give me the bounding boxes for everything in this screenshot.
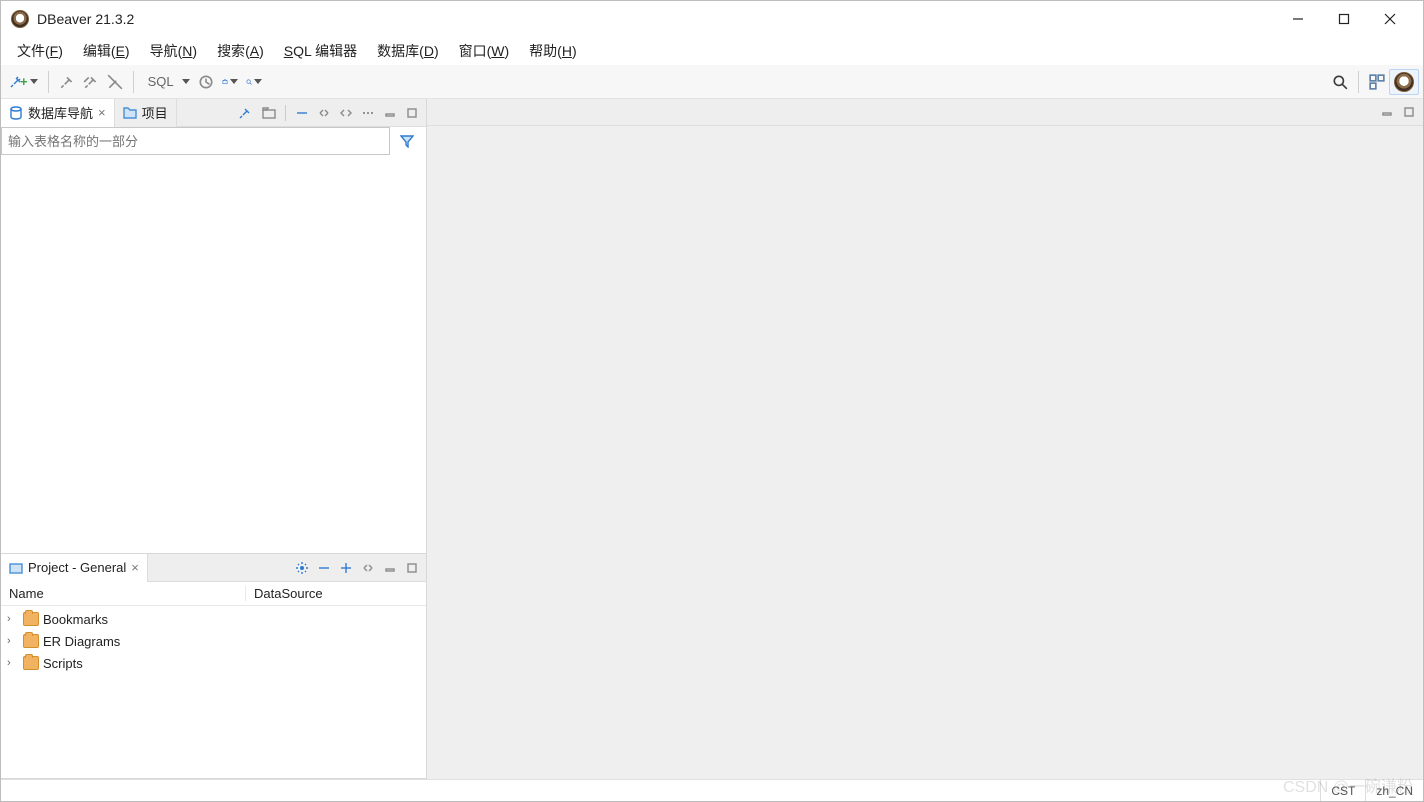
- tree-item-scripts[interactable]: › Scripts: [1, 652, 426, 674]
- editor-area: [427, 99, 1423, 779]
- filter-button[interactable]: [390, 127, 426, 155]
- new-folder-button[interactable]: [259, 103, 279, 123]
- menu-bar: 文件(F) 编辑(E) 导航(N) 搜索(A) SQL 编辑器 数据库(D) 窗…: [1, 37, 1423, 65]
- main-toolbar: + SQL: [1, 65, 1423, 99]
- menu-help[interactable]: 帮助(H): [521, 38, 584, 64]
- project-view: Project - General × Name DataSource: [1, 554, 426, 779]
- project-icon: [9, 561, 23, 575]
- tab-project-general[interactable]: Project - General ×: [1, 554, 148, 582]
- maximize-editor-button[interactable]: [1399, 102, 1419, 122]
- link-editor-button[interactable]: [314, 103, 334, 123]
- disconnect-all-button[interactable]: [103, 69, 127, 95]
- new-connection-mini-button[interactable]: [235, 103, 255, 123]
- project-tree[interactable]: › Bookmarks › ER Diagrams › Scripts: [1, 606, 426, 778]
- collapse-all-button[interactable]: [292, 103, 312, 123]
- folder-icon: [23, 656, 39, 670]
- folder-icon: [23, 634, 39, 648]
- tab-projects[interactable]: 项目: [115, 99, 177, 127]
- tree-item-label: ER Diagrams: [43, 634, 120, 649]
- maximize-button[interactable]: [1321, 4, 1367, 34]
- refresh-button[interactable]: [336, 103, 356, 123]
- column-name[interactable]: Name: [1, 586, 246, 601]
- open-perspective-button[interactable]: [1365, 69, 1389, 95]
- tab-database-navigator[interactable]: 数据库导航 ×: [1, 99, 115, 127]
- transaction-button[interactable]: [218, 69, 242, 95]
- tab-label: 项目: [142, 103, 168, 122]
- maximize-view-button[interactable]: [402, 103, 422, 123]
- add-button[interactable]: [336, 558, 356, 578]
- sql-editor-button[interactable]: SQL: [140, 69, 194, 95]
- minimize-button[interactable]: [1275, 4, 1321, 34]
- search-toolbar-button[interactable]: [242, 69, 266, 95]
- disconnect-button[interactable]: [79, 69, 103, 95]
- tab-label: 数据库导航: [28, 103, 93, 122]
- tree-item-bookmarks[interactable]: › Bookmarks: [1, 608, 426, 630]
- view-menu-button[interactable]: [358, 103, 378, 123]
- close-button[interactable]: [1367, 4, 1413, 34]
- minimize-view-button[interactable]: [380, 103, 400, 123]
- tree-item-label: Bookmarks: [43, 612, 108, 627]
- new-connection-button[interactable]: +: [5, 69, 42, 95]
- toolbar-separator: [1358, 71, 1359, 93]
- minimize-project-button[interactable]: [380, 558, 400, 578]
- status-timezone[interactable]: CST: [1320, 780, 1365, 801]
- dbeaver-icon: [1394, 72, 1414, 92]
- sql-label: SQL: [148, 74, 174, 89]
- global-search-button[interactable]: [1328, 69, 1352, 95]
- database-navigator-view: 数据库导航 × 项目: [1, 99, 426, 554]
- status-bar: CST zh_CN: [1, 779, 1423, 801]
- menu-edit[interactable]: 编辑(E): [75, 38, 138, 64]
- connect-button[interactable]: [55, 69, 79, 95]
- chevron-right-icon: ›: [7, 657, 19, 669]
- menu-sql-editor[interactable]: SQL 编辑器: [276, 38, 365, 64]
- menu-file[interactable]: 文件(F): [9, 38, 71, 64]
- close-icon[interactable]: ×: [98, 105, 106, 120]
- window-title: DBeaver 21.3.2: [37, 11, 134, 27]
- column-datasource[interactable]: DataSource: [246, 586, 331, 601]
- database-icon: [9, 106, 23, 120]
- editor-body: [427, 126, 1423, 779]
- menu-navigate[interactable]: 导航(N): [142, 38, 205, 64]
- project-columns: Name DataSource: [1, 582, 426, 606]
- status-locale[interactable]: zh_CN: [1365, 780, 1423, 801]
- navigator-tree[interactable]: [1, 155, 426, 553]
- folder-icon: [123, 106, 137, 120]
- link-project-button[interactable]: [358, 558, 378, 578]
- folder-icon: [23, 612, 39, 626]
- toolbar-separator: [133, 71, 134, 93]
- toolbar-separator: [48, 71, 49, 93]
- tab-label: Project - General: [28, 560, 126, 575]
- menu-database[interactable]: 数据库(D): [369, 38, 446, 64]
- commit-button[interactable]: [194, 69, 218, 95]
- maximize-project-button[interactable]: [402, 558, 422, 578]
- tree-item-er-diagrams[interactable]: › ER Diagrams: [1, 630, 426, 652]
- title-bar: DBeaver 21.3.2: [1, 1, 1423, 37]
- navigator-filter-input[interactable]: [1, 127, 390, 155]
- configure-button[interactable]: [292, 558, 312, 578]
- tree-item-label: Scripts: [43, 656, 83, 671]
- editor-tab-bar: [427, 99, 1423, 126]
- close-icon[interactable]: ×: [131, 560, 139, 575]
- app-icon: [11, 10, 29, 28]
- menu-window[interactable]: 窗口(W): [451, 38, 518, 64]
- minimize-editor-button[interactable]: [1377, 102, 1397, 122]
- menu-search[interactable]: 搜索(A): [209, 38, 272, 64]
- collapse-project-button[interactable]: [314, 558, 334, 578]
- chevron-right-icon: ›: [7, 635, 19, 647]
- chevron-right-icon: ›: [7, 613, 19, 625]
- dbeaver-perspective-button[interactable]: [1389, 69, 1419, 95]
